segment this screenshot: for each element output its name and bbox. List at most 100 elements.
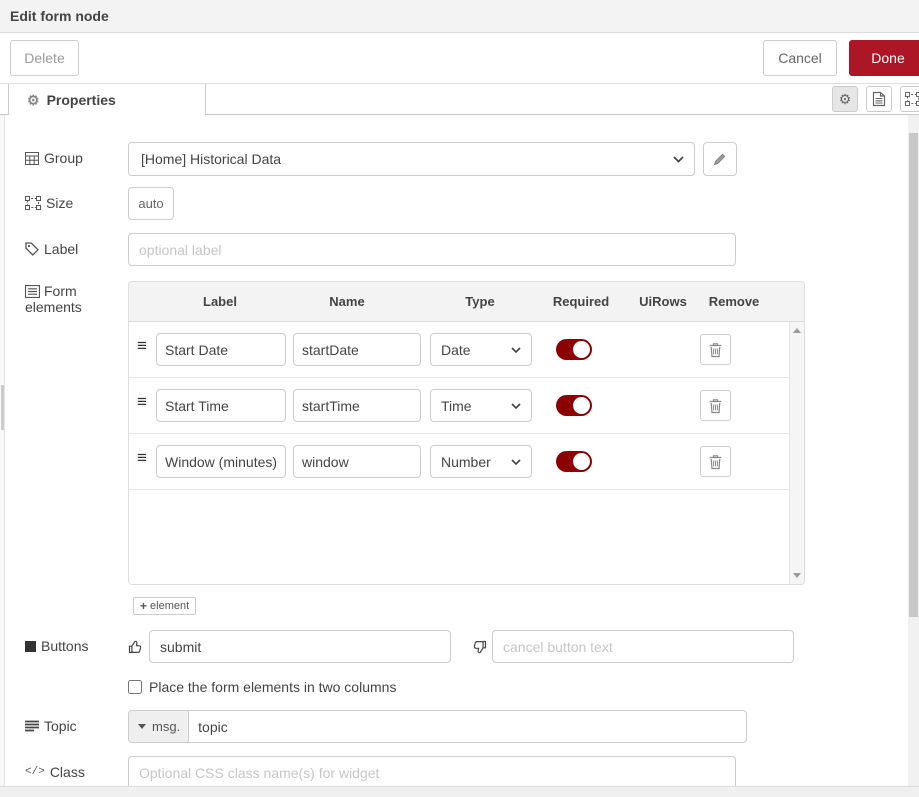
toggle-knob: [573, 453, 590, 470]
column-header-type: Type: [465, 294, 494, 309]
tab-properties-label: Properties: [47, 92, 116, 108]
chevron-down-icon: [673, 156, 684, 163]
element-name-input[interactable]: [293, 445, 421, 478]
node-label-input[interactable]: [128, 233, 736, 266]
tab-properties[interactable]: ⚙ Properties: [8, 84, 206, 115]
form-elements-field-label: Form elements: [25, 281, 128, 315]
tab-tools: ⚙: [832, 86, 919, 112]
chevron-down-icon: [511, 347, 521, 353]
object-group-icon: [25, 196, 41, 210]
appearance-tool-button[interactable]: [900, 86, 919, 112]
two-columns-row: Place the form elements in two columns: [128, 679, 919, 695]
form-elements-table: Label Name Type Required UiRows Remove ≡: [128, 281, 805, 585]
element-type-select[interactable]: Number: [430, 445, 532, 478]
topic-typed-input: msg. topic: [128, 710, 747, 743]
scrollbar-thumb[interactable]: [909, 133, 918, 617]
group-select-value: [Home] Historical Data: [141, 151, 281, 167]
edit-form-node-dialog: Edit form node Delete Cancel Done ⚙ Prop…: [0, 0, 919, 797]
toggle-knob: [573, 341, 590, 358]
trash-icon: [708, 398, 723, 414]
element-type-select[interactable]: Date: [430, 333, 532, 366]
edit-group-button[interactable]: [703, 142, 737, 176]
table-scrollbar[interactable]: [789, 322, 804, 584]
left-edge-strip: [0, 115, 5, 786]
scroll-up-arrow-icon[interactable]: [793, 328, 801, 333]
gear-icon: ⚙: [27, 93, 40, 107]
column-header-label: Label: [203, 294, 237, 309]
list-icon: [25, 720, 39, 732]
element-label-input[interactable]: [156, 333, 286, 366]
dialog-title-bar: Edit form node: [0, 0, 919, 33]
size-auto-button[interactable]: auto: [128, 187, 174, 220]
form-element-row: ≡ Time: [129, 378, 789, 434]
list-alt-icon: [25, 285, 40, 298]
chevron-down-icon: [511, 459, 521, 465]
element-type-select[interactable]: Time: [430, 389, 532, 422]
element-label-input[interactable]: [156, 389, 286, 422]
column-header-required: Required: [553, 294, 609, 309]
form-element-row: ≡ Number: [129, 434, 789, 490]
delete-button[interactable]: Delete: [10, 40, 79, 76]
trash-icon: [708, 342, 723, 358]
required-toggle[interactable]: [556, 451, 592, 472]
group-select[interactable]: [Home] Historical Data: [128, 142, 695, 176]
thumbs-up-icon: [128, 639, 144, 655]
class-field-label: </> Class: [25, 756, 128, 780]
two-columns-checkbox[interactable]: [128, 680, 142, 694]
two-columns-label: Place the form elements in two columns: [149, 679, 396, 695]
gear-icon: ⚙: [839, 91, 852, 108]
dialog-scrollbar[interactable]: [908, 115, 919, 786]
element-name-input[interactable]: [293, 389, 421, 422]
topic-type-select[interactable]: msg.: [129, 711, 189, 742]
element-label-input[interactable]: [156, 445, 286, 478]
scroll-down-arrow-icon[interactable]: [793, 573, 801, 578]
remove-element-button[interactable]: [700, 390, 731, 421]
label-field-label: Label: [25, 233, 128, 257]
left-scrollbar-thumb: [1, 385, 4, 430]
thumbs-down-icon: [471, 639, 487, 655]
topic-value[interactable]: topic: [189, 719, 228, 735]
submit-button-text-input[interactable]: [149, 630, 451, 663]
topic-type-label: msg.: [152, 719, 180, 734]
trash-icon: [708, 454, 723, 470]
caret-down-icon: [138, 724, 146, 729]
plus-icon: +: [140, 599, 147, 613]
dialog-title: Edit form node: [10, 8, 109, 24]
done-button[interactable]: Done: [849, 40, 919, 76]
drag-handle-icon[interactable]: ≡: [137, 393, 147, 410]
drag-handle-icon[interactable]: ≡: [137, 449, 147, 466]
properties-panel: Group [Home] Historical Data Size: [0, 115, 919, 786]
dialog-toolbar: Delete Cancel Done: [0, 33, 919, 84]
settings-tool-button[interactable]: ⚙: [832, 86, 858, 112]
form-elements-table-header: Label Name Type Required UiRows Remove: [129, 282, 804, 322]
document-icon: [872, 91, 886, 107]
cancel-button-text-input[interactable]: [492, 630, 794, 663]
buttons-field-label: Buttons: [25, 630, 128, 654]
bottom-edge-strip: [0, 786, 919, 797]
css-class-input[interactable]: [128, 756, 736, 786]
required-toggle[interactable]: [556, 339, 592, 360]
column-header-name: Name: [329, 294, 364, 309]
element-name-input[interactable]: [293, 333, 421, 366]
form-element-row: ≡ Date: [129, 322, 789, 378]
column-header-remove: Remove: [709, 294, 760, 309]
add-element-button[interactable]: + element: [133, 597, 196, 615]
form-elements-table-body: ≡ Date: [129, 322, 804, 584]
code-icon: </>: [25, 766, 45, 778]
object-group-icon: [905, 92, 919, 106]
square-icon: [25, 641, 36, 652]
column-header-uirows: UiRows: [639, 294, 687, 309]
drag-handle-icon[interactable]: ≡: [137, 337, 147, 354]
description-tool-button[interactable]: [866, 86, 892, 112]
remove-element-button[interactable]: [700, 334, 731, 365]
pencil-icon: [713, 152, 727, 166]
table-icon: [25, 152, 39, 165]
size-field-label: Size: [25, 187, 128, 211]
group-field-label: Group: [25, 142, 128, 166]
chevron-down-icon: [511, 403, 521, 409]
required-toggle[interactable]: [556, 395, 592, 416]
topic-field-label: Topic: [25, 710, 128, 734]
cancel-button[interactable]: Cancel: [763, 40, 837, 76]
tag-icon: [25, 242, 39, 256]
remove-element-button[interactable]: [700, 446, 731, 477]
